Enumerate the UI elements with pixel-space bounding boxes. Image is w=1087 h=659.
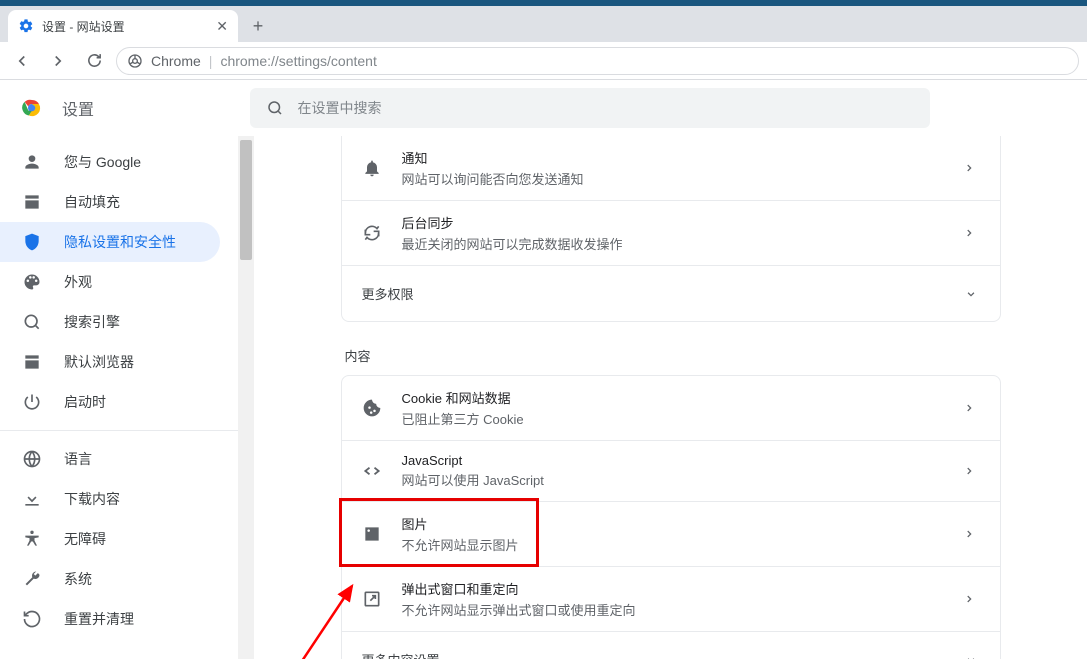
close-tab-icon[interactable]: ✕	[216, 19, 228, 33]
gear-icon	[18, 18, 34, 34]
chevron-down-icon	[964, 655, 980, 659]
chevron-right-icon	[964, 226, 980, 240]
shield-icon	[22, 232, 42, 252]
chrome-logo-icon	[20, 96, 44, 120]
row-subtitle: 网站可以询问能否向您发送通知	[402, 169, 944, 188]
setting-row-bell[interactable]: 通知网站可以询问能否向您发送通知	[342, 136, 1000, 200]
sidebar-item-label: 下载内容	[64, 489, 120, 509]
sidebar-item-accessibility[interactable]: 无障碍	[0, 519, 220, 559]
sidebar-item-label: 重置并清理	[64, 609, 134, 629]
row-title: 弹出式窗口和重定向	[402, 579, 944, 598]
palette-icon	[22, 272, 42, 292]
sidebar-item-power[interactable]: 启动时	[0, 382, 220, 422]
sidebar-divider	[0, 430, 238, 431]
sidebar-item-label: 语言	[64, 449, 92, 469]
sidebar-item-label: 启动时	[64, 392, 106, 412]
sidebar-scroll-thumb[interactable]	[240, 140, 252, 260]
new-tab-button[interactable]: +	[244, 12, 272, 40]
sidebar-item-search[interactable]: 搜索引擎	[0, 302, 220, 342]
search-icon	[22, 312, 42, 332]
accessibility-icon	[22, 529, 42, 549]
forward-button[interactable]	[44, 47, 72, 75]
settings-search[interactable]	[250, 88, 930, 128]
sidebar-item-reset[interactable]: 重置并清理	[0, 599, 220, 639]
code-icon	[362, 461, 382, 481]
chevron-right-icon	[964, 401, 980, 415]
sidebar-item-label: 自动填充	[64, 192, 120, 212]
reload-button[interactable]	[80, 47, 108, 75]
chevron-down-icon	[964, 289, 980, 299]
more-permissions-row[interactable]: 更多权限	[342, 265, 1000, 321]
sidebar-scrollbar[interactable]	[238, 136, 254, 659]
browser-icon	[22, 352, 42, 372]
person-icon	[22, 152, 42, 172]
chevron-right-icon	[964, 527, 980, 541]
main-content: 通知网站可以询问能否向您发送通知后台同步最近关闭的网站可以完成数据收发操作更多权…	[254, 136, 1087, 659]
download-icon	[22, 489, 42, 509]
tab-title: 设置 - 网站设置	[42, 18, 208, 35]
sidebar-item-download[interactable]: 下载内容	[0, 479, 220, 519]
settings-search-input[interactable]	[298, 100, 914, 116]
row-title: Cookie 和网站数据	[402, 388, 944, 407]
autofill-icon	[22, 192, 42, 212]
sidebar-item-label: 默认浏览器	[64, 352, 134, 372]
popup-icon	[362, 589, 382, 609]
omnibox-separator: |	[209, 53, 213, 69]
cookie-icon	[362, 398, 382, 418]
row-subtitle: 最近关闭的网站可以完成数据收发操作	[402, 234, 944, 253]
setting-row-image[interactable]: 图片不允许网站显示图片	[342, 501, 1000, 566]
chrome-security-icon	[127, 53, 143, 69]
chevron-right-icon	[964, 592, 980, 606]
sidebar-item-label: 搜索引擎	[64, 312, 120, 332]
row-title: JavaScript	[402, 453, 944, 468]
browser-toolbar: Chrome | chrome://settings/content	[0, 42, 1087, 80]
row-title: 图片	[402, 514, 944, 533]
power-icon	[22, 392, 42, 412]
image-icon	[362, 524, 382, 544]
row-subtitle: 不允许网站显示弹出式窗口或使用重定向	[402, 600, 944, 619]
address-bar[interactable]: Chrome | chrome://settings/content	[116, 47, 1079, 75]
reset-icon	[22, 609, 42, 629]
row-subtitle: 不允许网站显示图片	[402, 535, 944, 554]
sidebar-item-autofill[interactable]: 自动填充	[0, 182, 220, 222]
chevron-right-icon	[964, 464, 980, 478]
content-section-heading: 内容	[341, 346, 1001, 375]
sidebar-item-shield[interactable]: 隐私设置和安全性	[0, 222, 220, 262]
sidebar-item-label: 您与 Google	[64, 152, 141, 172]
browser-tab[interactable]: 设置 - 网站设置 ✕	[8, 10, 238, 42]
sync-icon	[362, 223, 382, 243]
more-content-row[interactable]: 更多内容设置	[342, 631, 1000, 659]
chevron-right-icon	[964, 161, 980, 175]
more-content-label: 更多内容设置	[362, 650, 440, 659]
tab-bar: 设置 - 网站设置 ✕ +	[0, 6, 1087, 42]
row-subtitle: 网站可以使用 JavaScript	[402, 470, 944, 489]
globe-icon	[22, 449, 42, 469]
wrench-icon	[22, 569, 42, 589]
more-permissions-label: 更多权限	[362, 284, 414, 303]
setting-row-sync[interactable]: 后台同步最近关闭的网站可以完成数据收发操作	[342, 200, 1000, 265]
setting-row-cookie[interactable]: Cookie 和网站数据已阻止第三方 Cookie	[342, 376, 1000, 440]
omnibox-label: Chrome	[151, 53, 201, 69]
sidebar-item-wrench[interactable]: 系统	[0, 559, 220, 599]
row-title: 通知	[402, 148, 944, 167]
page-title: 设置	[62, 96, 94, 120]
back-button[interactable]	[8, 47, 36, 75]
omnibox-url: chrome://settings/content	[220, 53, 376, 69]
sidebar-item-person[interactable]: 您与 Google	[0, 142, 220, 182]
search-icon	[266, 99, 284, 117]
row-title: 后台同步	[402, 213, 944, 232]
sidebar-item-palette[interactable]: 外观	[0, 262, 220, 302]
sidebar-item-globe[interactable]: 语言	[0, 439, 220, 479]
sidebar-item-label: 无障碍	[64, 529, 106, 549]
settings-header: 设置	[0, 80, 1087, 136]
sidebar-item-label: 外观	[64, 272, 92, 292]
sidebar: 您与 Google 自动填充隐私设置和安全性外观搜索引擎默认浏览器启动时语言下载内…	[0, 136, 238, 659]
sidebar-item-label: 隐私设置和安全性	[64, 232, 176, 252]
row-subtitle: 已阻止第三方 Cookie	[402, 409, 944, 428]
sidebar-item-label: 系统	[64, 569, 92, 589]
setting-row-code[interactable]: JavaScript 网站可以使用 JavaScript	[342, 440, 1000, 501]
sidebar-item-browser[interactable]: 默认浏览器	[0, 342, 220, 382]
bell-icon	[362, 158, 382, 178]
setting-row-popup[interactable]: 弹出式窗口和重定向不允许网站显示弹出式窗口或使用重定向	[342, 566, 1000, 631]
